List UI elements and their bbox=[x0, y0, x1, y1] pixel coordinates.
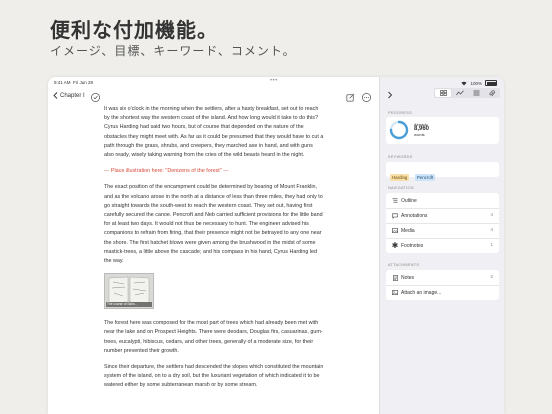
editor-pane: 9:41 AM Fri Jun 28 ••• Chapter I It was … bbox=[48, 77, 379, 414]
more-icon[interactable] bbox=[361, 92, 372, 103]
attachment-label: Attach an image... bbox=[401, 289, 442, 296]
figure-caption: The course of Salin... bbox=[106, 302, 152, 308]
image-icon bbox=[392, 228, 398, 233]
progress-label-bottom: words bbox=[414, 132, 425, 138]
comment-annotation[interactable]: --- Place illustration here: "Denizens o… bbox=[104, 167, 324, 176]
nav-item-label: Media bbox=[401, 227, 415, 234]
tab-list[interactable] bbox=[468, 88, 484, 98]
paragraph: It was six o'clock in the morning when t… bbox=[104, 106, 324, 159]
attachments-card: Notes 2 Attach an image... bbox=[386, 270, 499, 300]
list-icon bbox=[473, 90, 479, 96]
paperclip-icon bbox=[489, 89, 495, 96]
notes-icon bbox=[392, 274, 398, 281]
asterisk-icon: ✱ bbox=[391, 240, 399, 250]
attachment-count: 2 bbox=[490, 275, 493, 280]
nav-item-label: Footnotes bbox=[401, 242, 424, 249]
chevron-right-icon[interactable] bbox=[387, 91, 393, 99]
target-icon[interactable] bbox=[90, 92, 101, 103]
attachment-notes[interactable]: Notes 2 bbox=[386, 270, 499, 286]
progress-card[interactable]: Already 8,960 words bbox=[386, 117, 499, 144]
nav-item-outline[interactable]: Outline bbox=[386, 193, 499, 209]
navigation-heading: NAVIGATION bbox=[388, 186, 414, 190]
wifi-icon bbox=[461, 81, 467, 85]
paragraph: The forest here was composed for the mos… bbox=[104, 320, 323, 354]
status-date: Fri Jun 28 bbox=[73, 80, 94, 85]
compose-icon[interactable] bbox=[345, 92, 356, 103]
progress-ring bbox=[389, 120, 409, 140]
battery-percent: 100% bbox=[470, 80, 482, 86]
progress-heading: PROGRESS bbox=[388, 111, 412, 115]
back-label: Chapter I bbox=[60, 92, 85, 99]
paragraph: The exact position of the encampment cou… bbox=[104, 184, 323, 265]
paragraph: Since their departure, the settlers had … bbox=[104, 364, 324, 389]
nav-item-footnotes[interactable]: ✱ Footnotes 1 bbox=[386, 238, 499, 253]
nav-item-annotations[interactable]: Annotations 4 bbox=[386, 208, 499, 224]
nav-item-count: 4 bbox=[490, 228, 493, 233]
tab-statistics[interactable] bbox=[452, 88, 468, 98]
status-time: 9:41 AM bbox=[54, 80, 71, 85]
outline-list-icon bbox=[392, 198, 398, 203]
tab-dashboard[interactable] bbox=[435, 89, 451, 97]
keyword-tag[interactable]: Pencroft bbox=[414, 174, 436, 181]
keywords-heading: KEYWORDS bbox=[388, 155, 413, 159]
attach-image-button[interactable]: Attach an image... bbox=[386, 285, 499, 300]
ipad-screen: 9:41 AM Fri Jun 28 ••• Chapter I It was … bbox=[48, 77, 504, 414]
attachments-heading: ATTACHMENTS bbox=[388, 263, 420, 267]
nav-item-label: Annotations bbox=[401, 212, 428, 219]
keywords-card: Harding Pencroft bbox=[386, 162, 499, 181]
multitask-dots[interactable]: ••• bbox=[270, 78, 278, 84]
tab-attachments[interactable] bbox=[484, 88, 500, 98]
document-text[interactable]: It was six o'clock in the morning when t… bbox=[104, 105, 324, 398]
sidebar-panel: 100% PROGRESS Already 8,960 words KEYWOR… bbox=[379, 77, 504, 414]
chart-line-icon bbox=[456, 90, 464, 96]
promo-title: 便利な付加機能。 bbox=[50, 18, 218, 42]
nav-item-count: 1 bbox=[490, 243, 493, 248]
speech-bubble-icon bbox=[392, 213, 398, 219]
nav-item-count: 4 bbox=[490, 213, 493, 218]
nav-item-media[interactable]: Media 4 bbox=[386, 223, 499, 239]
navigation-card: Outline Annotations 4 Media 4 ✱ Footnote… bbox=[386, 193, 499, 253]
photo-icon bbox=[392, 290, 398, 295]
nav-item-label: Outline bbox=[401, 197, 417, 204]
figure-image[interactable]: The course of Salin... bbox=[104, 273, 154, 310]
attachment-label: Notes bbox=[401, 274, 415, 281]
sidebar-segmented-control bbox=[434, 88, 500, 98]
chevron-left-icon bbox=[53, 92, 58, 99]
back-button[interactable]: Chapter I bbox=[53, 92, 85, 99]
grid-icon bbox=[439, 90, 447, 96]
status-bar: 9:41 AM Fri Jun 28 ••• bbox=[48, 77, 379, 88]
promo-subtitle: イメージ、目標、キーワード、コメント。 bbox=[50, 44, 296, 58]
battery-icon bbox=[485, 80, 497, 86]
keyword-tag[interactable]: Harding bbox=[390, 174, 410, 181]
